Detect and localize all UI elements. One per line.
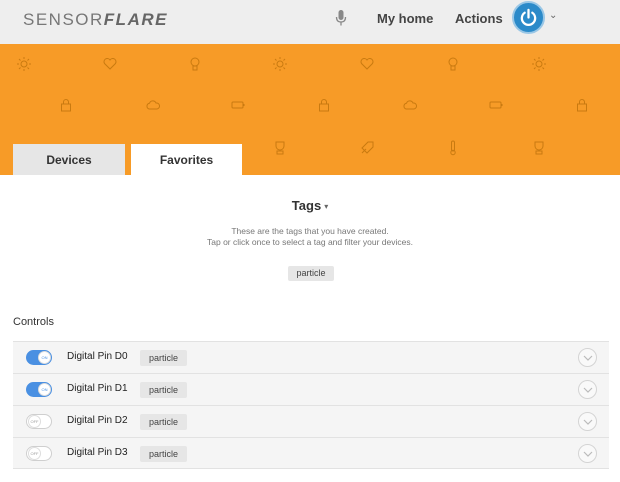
expand-button[interactable] bbox=[578, 348, 597, 367]
toggle-knob: OFF bbox=[28, 447, 41, 460]
cloud-icon bbox=[402, 97, 418, 113]
toggle-switch[interactable]: OFF bbox=[26, 446, 52, 461]
chevron-down-icon bbox=[583, 387, 593, 393]
control-label: Digital Pin D2 bbox=[67, 415, 128, 426]
top-navbar: SENSORFLARE My home Actions ⌄ bbox=[0, 0, 620, 44]
tags-desc-line2: Tap or click once to select a tag and fi… bbox=[207, 237, 413, 247]
expand-button[interactable] bbox=[578, 444, 597, 463]
trophy-icon bbox=[531, 140, 547, 156]
lock-icon bbox=[58, 97, 74, 113]
chevron-down-icon bbox=[583, 419, 593, 425]
sun-icon bbox=[531, 56, 547, 72]
sun-icon bbox=[272, 56, 288, 72]
logo-part-sensor: SENSOR bbox=[23, 10, 104, 29]
toggle-switch[interactable]: ON bbox=[26, 382, 52, 397]
control-label: Digital Pin D1 bbox=[67, 383, 128, 394]
control-tag[interactable]: particle bbox=[140, 350, 187, 366]
nav-my-home[interactable]: My home bbox=[377, 11, 433, 26]
lock-icon bbox=[316, 97, 332, 113]
chevron-down-icon bbox=[583, 451, 593, 457]
tags-desc-line1: These are the tags that you have created… bbox=[231, 226, 389, 236]
toggle-knob: ON bbox=[38, 383, 51, 396]
control-row: OFF Digital Pin D3 particle bbox=[13, 437, 609, 469]
tag-chip-particle[interactable]: particle bbox=[288, 266, 334, 281]
control-tag[interactable]: particle bbox=[140, 382, 187, 398]
sensorflare-logo[interactable]: SENSORFLARE bbox=[23, 10, 168, 30]
heart-icon bbox=[359, 56, 375, 72]
toggle-knob: OFF bbox=[28, 415, 41, 428]
account-menu-button[interactable] bbox=[512, 1, 545, 34]
control-label: Digital Pin D3 bbox=[67, 447, 128, 458]
bulb-icon bbox=[187, 56, 203, 72]
sun-icon bbox=[16, 56, 32, 72]
expand-button[interactable] bbox=[578, 412, 597, 431]
heart-icon bbox=[102, 56, 118, 72]
cloud-icon bbox=[145, 97, 161, 113]
controls-title: Controls bbox=[13, 316, 54, 328]
toggle-knob: ON bbox=[38, 351, 51, 364]
rocket-icon bbox=[359, 140, 375, 156]
tab-devices[interactable]: Devices bbox=[13, 144, 125, 175]
trophy-icon bbox=[272, 140, 288, 156]
controls-list: ON Digital Pin D0 particle ON Digital Pi… bbox=[13, 341, 609, 469]
lock-icon bbox=[574, 97, 590, 113]
logo-part-flare: FLARE bbox=[103, 10, 168, 29]
thermometer-icon bbox=[445, 140, 461, 156]
chevron-down-icon[interactable]: ⌄ bbox=[549, 10, 557, 21]
toggle-switch[interactable]: OFF bbox=[26, 414, 52, 429]
control-row: ON Digital Pin D1 particle bbox=[13, 373, 609, 405]
expand-button[interactable] bbox=[578, 380, 597, 399]
battery-icon bbox=[230, 97, 246, 113]
caret-down-icon: ▾ bbox=[324, 202, 329, 212]
tab-favorites[interactable]: Favorites bbox=[131, 144, 242, 175]
tags-dropdown[interactable]: Tags ▾ bbox=[0, 198, 620, 213]
control-tag[interactable]: particle bbox=[140, 414, 187, 430]
chevron-down-icon bbox=[583, 355, 593, 361]
control-tag[interactable]: particle bbox=[140, 446, 187, 462]
battery-icon bbox=[488, 97, 504, 113]
tags-title: Tags bbox=[291, 198, 322, 213]
bulb-icon bbox=[445, 56, 461, 72]
control-label: Digital Pin D0 bbox=[67, 351, 128, 362]
control-row: ON Digital Pin D0 particle bbox=[13, 341, 609, 373]
control-row: OFF Digital Pin D2 particle bbox=[13, 405, 609, 437]
tags-description: These are the tags that you have created… bbox=[0, 226, 620, 248]
nav-actions[interactable]: Actions bbox=[455, 11, 503, 26]
microphone-icon[interactable] bbox=[334, 9, 348, 27]
power-icon bbox=[520, 8, 537, 26]
toggle-switch[interactable]: ON bbox=[26, 350, 52, 365]
